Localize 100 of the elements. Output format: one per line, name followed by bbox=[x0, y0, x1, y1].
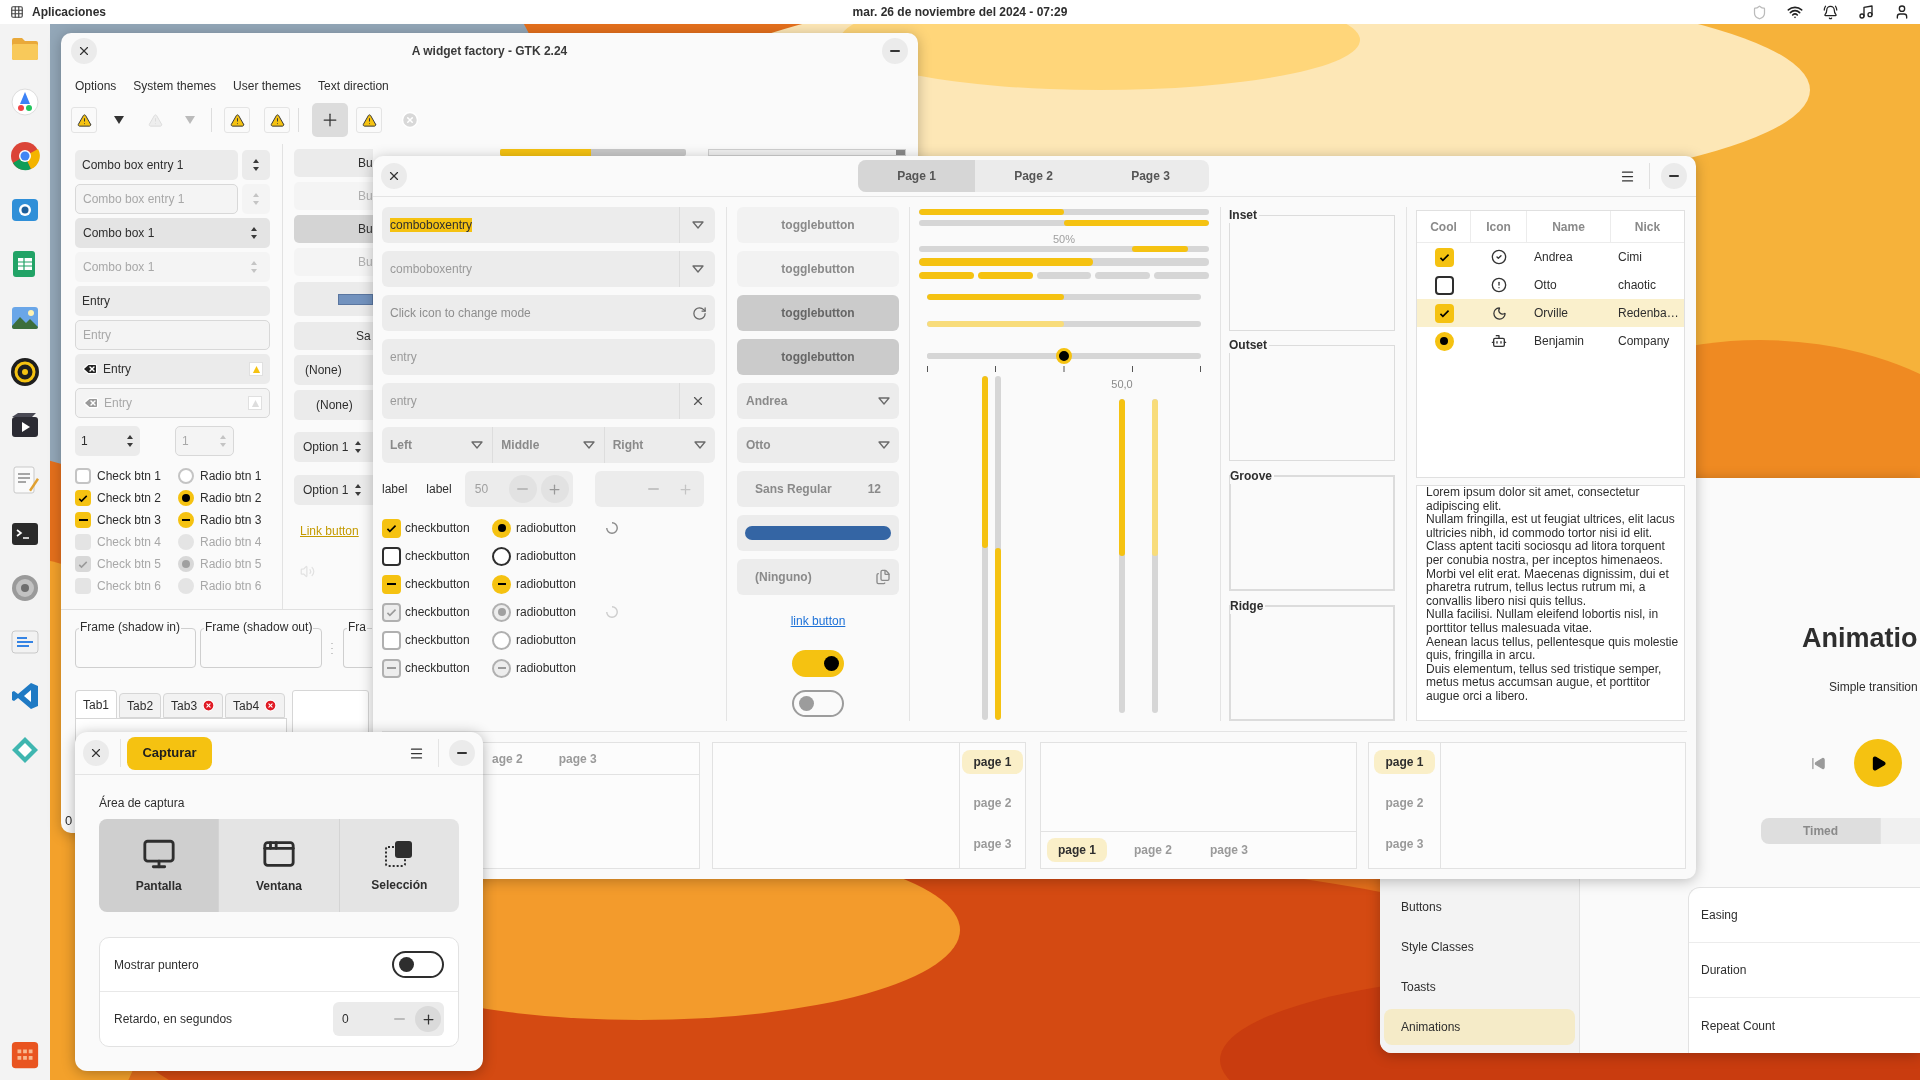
tab[interactable]: Page 2 bbox=[975, 160, 1092, 192]
minimize-button[interactable] bbox=[449, 740, 475, 766]
applications-menu[interactable]: Aplicaciones bbox=[32, 3, 107, 21]
slider-handle[interactable] bbox=[1056, 348, 1072, 364]
close-icon bbox=[77, 44, 91, 58]
tab[interactable]: Tab1 bbox=[75, 690, 118, 718]
slider-value: 50,0 bbox=[1111, 377, 1133, 392]
tab[interactable]: Page 3 bbox=[1092, 160, 1209, 192]
checkbox-label: Check btn 1 bbox=[97, 468, 162, 485]
menu-item[interactable]: User themes bbox=[233, 76, 302, 95]
link[interactable]: link button bbox=[790, 612, 846, 630]
wifi-icon[interactable] bbox=[1787, 4, 1803, 20]
sidebar-item[interactable]: Style Classes bbox=[1384, 929, 1575, 965]
mode-button[interactable]: Ventana bbox=[218, 819, 339, 912]
close-icon[interactable] bbox=[264, 699, 278, 712]
toggle-button[interactable]: togglebutton bbox=[737, 339, 899, 375]
tab[interactable]: Page 1 bbox=[858, 160, 975, 192]
bell-icon[interactable] bbox=[1823, 4, 1838, 20]
slider-track[interactable] bbox=[927, 353, 1201, 359]
push-button[interactable]: Bu bbox=[294, 149, 373, 177]
text-paragraph: Nullam fringilla, est ut feugiat ultrices, elit lacus ultricies nibh, id commodo tortor nisi id elit. bbox=[1426, 513, 1676, 541]
capture-button[interactable]: Capturar bbox=[127, 736, 212, 770]
text-paragraph: Duis elementum, tellus sed tristique semper, metus metus accumsan augue, et porttitor augue orci a libero. bbox=[1426, 662, 1663, 704]
toggle-switch[interactable] bbox=[792, 650, 844, 677]
tab[interactable]: page 1 bbox=[1374, 750, 1435, 774]
browser-icon[interactable] bbox=[9, 139, 41, 173]
combo-box[interactable]: Combo box 1 bbox=[75, 218, 270, 248]
checkbox[interactable] bbox=[1434, 275, 1454, 295]
toolbar-button[interactable] bbox=[356, 107, 382, 133]
table-row[interactable]: Andrea Cimi bbox=[1417, 243, 1684, 271]
row-label: Repeat Count bbox=[1701, 1017, 1776, 1035]
close-icon[interactable] bbox=[202, 699, 216, 712]
radio-label: radiobutton bbox=[516, 576, 577, 593]
column-header[interactable]: Cool bbox=[1417, 211, 1471, 242]
close-button[interactable] bbox=[381, 163, 407, 189]
minimize-button[interactable] bbox=[1661, 163, 1687, 189]
moon-icon bbox=[1491, 305, 1507, 321]
column-header[interactable]: Nick bbox=[1611, 211, 1684, 242]
menu-item[interactable]: Text direction bbox=[318, 76, 389, 95]
combo-box[interactable]: (None) bbox=[294, 390, 373, 420]
toolbar-button[interactable] bbox=[224, 107, 250, 133]
music-player-icon[interactable] bbox=[9, 355, 41, 389]
column-header[interactable]: Name bbox=[1527, 211, 1611, 242]
radio-button[interactable] bbox=[492, 546, 511, 566]
add-button[interactable] bbox=[312, 103, 348, 137]
tab[interactable]: Tab2 bbox=[119, 693, 162, 718]
column-header[interactable]: Icon bbox=[1471, 211, 1527, 242]
minimize-button[interactable] bbox=[882, 38, 908, 64]
text-field[interactable]: Entry bbox=[75, 286, 270, 316]
toggle-switch[interactable] bbox=[792, 690, 844, 717]
tab[interactable]: page 1 bbox=[1047, 838, 1107, 862]
play-button[interactable] bbox=[1854, 739, 1902, 787]
toolbar-button[interactable] bbox=[264, 107, 290, 133]
color-button[interactable] bbox=[294, 282, 373, 316]
sidebar-item[interactable]: Buttons bbox=[1384, 889, 1575, 925]
tab[interactable]: page 1 bbox=[962, 750, 1023, 774]
music-icon[interactable] bbox=[1858, 4, 1874, 20]
toggle-segment[interactable] bbox=[1880, 818, 1920, 844]
push-button[interactable]: Bu bbox=[294, 215, 373, 243]
minus-icon bbox=[648, 488, 660, 490]
toggle-button[interactable]: togglebutton bbox=[737, 295, 899, 331]
dropdown-button[interactable] bbox=[242, 150, 270, 180]
row-label: Easing bbox=[1701, 907, 1738, 924]
checkbox[interactable] bbox=[382, 546, 401, 566]
toolbar-button[interactable] bbox=[71, 107, 97, 133]
close-button[interactable] bbox=[83, 740, 109, 766]
table-row[interactable]: Otto chaotic bbox=[1417, 271, 1684, 299]
menu-item[interactable]: System themes bbox=[133, 76, 217, 95]
progress-label: 50% bbox=[1052, 232, 1076, 246]
user-icon[interactable] bbox=[1894, 4, 1910, 20]
combo-box[interactable]: (None) bbox=[294, 355, 373, 385]
table-cell-text: Andrea bbox=[1533, 249, 1574, 266]
table-cell-text: Cimi bbox=[1617, 249, 1643, 266]
app-icon[interactable] bbox=[9, 85, 41, 119]
combo-entry-field[interactable]: comboboxentry bbox=[382, 207, 715, 243]
sidebar-item[interactable]: Animations bbox=[1384, 1009, 1575, 1045]
increment-button[interactable] bbox=[415, 1006, 441, 1032]
table-row[interactable]: Orville Redenba… bbox=[1417, 299, 1684, 327]
combo-entry-field[interactable]: Combo box entry 1 bbox=[75, 150, 238, 180]
clock[interactable]: mar. 26 de noviembre del 2024 - 07:29 bbox=[852, 3, 1068, 21]
mode-button[interactable]: Selección bbox=[338, 819, 459, 912]
mode-button[interactable]: Pantalla bbox=[99, 819, 219, 912]
tab[interactable]: Tab3 bbox=[163, 693, 224, 718]
color-button[interactable] bbox=[737, 515, 899, 551]
toggle-switch[interactable] bbox=[392, 951, 444, 978]
spin-button[interactable]: 0 bbox=[333, 1002, 444, 1036]
refresh-icon[interactable] bbox=[692, 305, 707, 321]
app-grid-icon[interactable] bbox=[10, 5, 24, 19]
menu-item[interactable]: Options bbox=[75, 76, 117, 95]
tab[interactable]: Tab4 bbox=[225, 693, 286, 718]
dropdown-arrow-icon bbox=[185, 116, 195, 124]
skip-back-icon bbox=[1810, 755, 1826, 771]
close-button[interactable] bbox=[71, 38, 97, 64]
save-button[interactable]: Sa bbox=[294, 322, 373, 350]
sidebar-item[interactable]: Toasts bbox=[1384, 969, 1575, 1005]
spin-button[interactable]: 1 bbox=[75, 426, 140, 456]
table-row[interactable]: Benjamin Company bbox=[1417, 327, 1684, 355]
text-field[interactable]: Entry bbox=[75, 354, 270, 384]
spin-button[interactable]: Option 1 bbox=[294, 432, 373, 462]
spin-button[interactable]: Option 1 bbox=[294, 475, 373, 505]
